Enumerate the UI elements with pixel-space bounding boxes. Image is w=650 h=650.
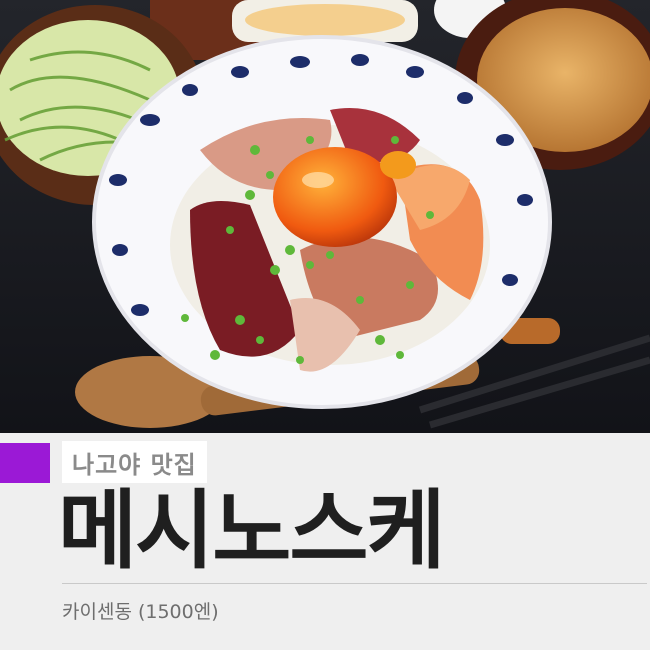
food-photo bbox=[0, 0, 650, 433]
title-card: 나고야 맛집 메시노스케 카이센동 (1500엔) bbox=[0, 433, 650, 650]
subtitle-box: 나고야 맛집 bbox=[62, 441, 207, 483]
divider bbox=[62, 583, 647, 584]
restaurant-title: 메시노스케 bbox=[58, 481, 446, 581]
subtitle: 나고야 맛집 bbox=[72, 450, 197, 479]
dish-caption: 카이센동 (1500엔) bbox=[62, 601, 219, 623]
accent-bar bbox=[0, 443, 50, 483]
